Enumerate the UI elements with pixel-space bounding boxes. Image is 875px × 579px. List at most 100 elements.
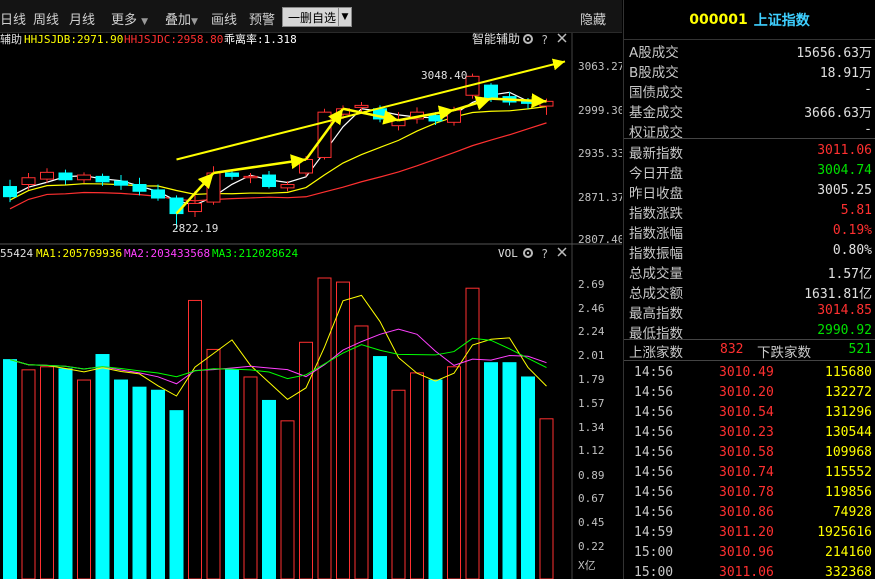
watchlist-dropdown-button[interactable]: ▼ (338, 7, 352, 27)
remove-watchlist-button[interactable]: 一删自选 (282, 7, 343, 27)
tick-price: 3010.23 (719, 425, 774, 440)
price-y-axis: 3063.27 2999.30 2935.33 2871.37 2807.40 (578, 60, 624, 246)
tick-volume: 130544 (825, 425, 872, 440)
tick-volume: 115552 (825, 465, 872, 480)
volume-bar (21, 369, 36, 579)
quote-label: 昨日收盘 (629, 186, 683, 202)
tick-time: 15:00 (634, 565, 674, 579)
tick-price: 3010.58 (719, 445, 774, 460)
candle-body (428, 115, 443, 122)
tick-volume: 332368 (825, 565, 872, 579)
tick-time: 14:56 (634, 485, 674, 500)
tick-volume: 1925616 (817, 525, 872, 540)
quote-label: 总成交量 (629, 266, 683, 282)
legend-bias: 乖离率:1.318 (224, 33, 297, 46)
legend-hhjsjdc: HHJSJDC:2958.80 (124, 33, 223, 46)
more-menu-button[interactable]: 更多 ▼ (111, 9, 148, 28)
quote-row: 今日开盘 3004.74 (624, 161, 875, 182)
close-icon[interactable] (557, 247, 567, 257)
help-icon[interactable]: ? (541, 247, 548, 261)
chevron-down-icon: ▼ (191, 17, 198, 27)
overlay-menu-button[interactable]: 叠加▼ (165, 9, 198, 28)
tick-time: 14:56 (634, 365, 674, 380)
quote-label: 最高指数 (629, 306, 683, 322)
gear-icon[interactable] (523, 34, 533, 44)
quote-label: B股成交 (629, 65, 679, 81)
period-week-button[interactable]: 周线 (33, 9, 59, 28)
volume-bar (317, 277, 332, 579)
tick-volume: 115680 (825, 365, 872, 380)
volume-tick: 1.79 (578, 373, 605, 386)
candle-body (391, 119, 406, 127)
quote-value: 15656.63万 (796, 46, 872, 61)
close-icon[interactable] (557, 33, 567, 43)
tick-volume: 74928 (832, 505, 872, 520)
volume-tick: 0.22 (578, 540, 605, 553)
volume-bar (521, 376, 535, 579)
candle-body (299, 158, 313, 174)
quote-row: 指数振幅 0.80% (624, 241, 875, 262)
moving-average-line (9, 122, 547, 210)
candle-body (132, 184, 147, 192)
volume-tick: 1.57 (578, 397, 605, 410)
candle-body (354, 104, 369, 108)
volume-bar (262, 399, 276, 579)
volume-tick: 0.67 (578, 492, 605, 505)
tick-row: 15:00 3011.06 332368 (624, 563, 875, 579)
candle-body (243, 175, 258, 179)
index-name[interactable]: 上证指数 (754, 10, 810, 30)
volume-bar (447, 366, 461, 579)
candle-body (188, 202, 202, 213)
quote-label: 指数涨幅 (629, 226, 683, 242)
quote-value: 1.57亿 (827, 267, 872, 282)
tick-price: 3010.74 (719, 465, 774, 480)
tick-volume: 131296 (825, 405, 872, 420)
quote-row: 最高指数 3014.85 (624, 301, 875, 322)
period-month-button[interactable]: 月线 (69, 9, 95, 28)
hide-panel-button[interactable]: 隐藏 (580, 9, 606, 28)
volume-bar (465, 287, 480, 579)
tick-row: 15:00 3010.96 214160 (624, 543, 875, 563)
quote-label: 今日开盘 (629, 166, 683, 182)
trend-arrow (490, 93, 547, 109)
vol-legend-ma1: MA1:205769936 (36, 247, 122, 260)
trend-arrow (453, 95, 492, 112)
tick-row: 14:56 3010.86 74928 (624, 503, 875, 523)
legend-hhjsjdb: HHJSJDB:2971.90 (24, 33, 123, 46)
volume-tick: 2.01 (578, 349, 605, 362)
draw-line-button[interactable]: 画线 (211, 9, 237, 28)
volume-tick: 0.45 (578, 516, 605, 529)
volume-bar (539, 418, 554, 579)
tick-time: 14:56 (634, 465, 674, 480)
price-tick: 2999.30 (578, 104, 622, 117)
moving-average-line (9, 105, 547, 201)
quote-row: 基金成交 3666.63万 (624, 100, 875, 121)
volume-bar (132, 386, 147, 579)
candle-body (262, 174, 276, 188)
vol-label: VOL (498, 247, 518, 260)
quote-value: 5.81 (840, 203, 872, 218)
quote-header: 000001 上证指数 (624, 0, 875, 40)
candle-body (169, 197, 184, 215)
smart-assist-label[interactable]: 智能辅助 (472, 31, 520, 46)
quote-row: 权证成交 - (624, 120, 875, 141)
volume-bar (40, 366, 54, 579)
volume-bar (243, 376, 258, 579)
quote-row: B股成交 18.91万 (624, 60, 875, 81)
period-day-button[interactable]: 日线 (0, 9, 26, 28)
help-icon[interactable]: ? (541, 33, 548, 47)
tick-price: 3010.49 (719, 365, 774, 380)
candle-body (77, 174, 91, 181)
assist-legend-prefix: 辅助 (0, 33, 22, 46)
kline-chart-svg[interactable]: 辅助 HHJSJDB:2971.90 HHJSJDC:2958.80 乖离率:1… (0, 31, 624, 579)
kline-chart-area[interactable]: 辅助 HHJSJDB:2971.90 HHJSJDC:2958.80 乖离率:1… (0, 31, 624, 579)
alert-button[interactable]: 预警 (249, 9, 275, 28)
gear-icon[interactable] (523, 248, 533, 258)
trend-arrow (213, 154, 307, 175)
candle-body (151, 189, 165, 199)
tick-row: 14:59 3011.20 1925616 (624, 523, 875, 543)
volume-bar (114, 379, 128, 579)
advance-label: 上涨家数 (629, 345, 683, 361)
tick-time: 15:00 (634, 545, 674, 560)
quote-value: 3004.74 (817, 163, 872, 178)
